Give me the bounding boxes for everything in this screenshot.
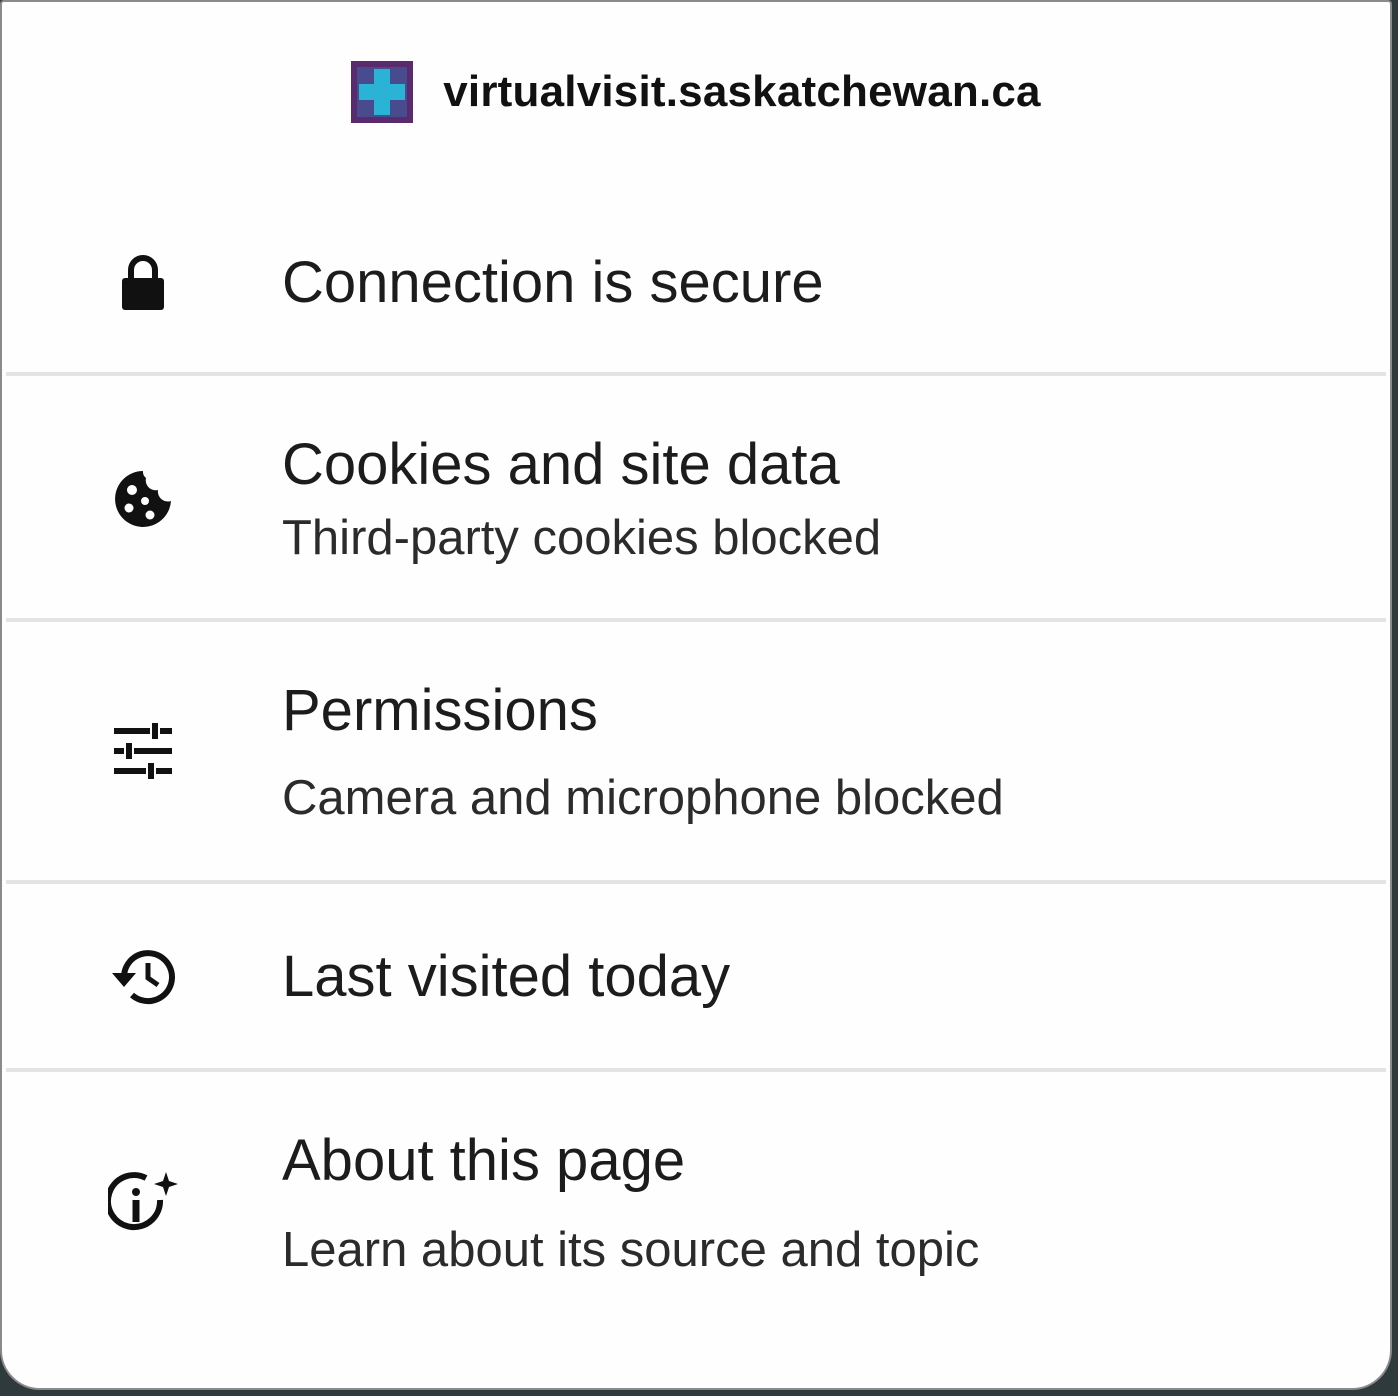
permissions-title: Permissions: [282, 678, 598, 743]
divider: [6, 618, 1386, 622]
history-icon: [98, 932, 188, 1022]
last-visited-row[interactable]: Last visited today: [2, 886, 1390, 1070]
site-header: virtualvisit.saskatchewan.ca: [2, 60, 1390, 124]
site-domain: virtualvisit.saskatchewan.ca: [443, 67, 1041, 116]
cookies-row[interactable]: Cookies and site data Third-party cookie…: [2, 378, 1390, 620]
site-favicon-icon: [351, 61, 414, 123]
lock-icon: [98, 238, 188, 328]
tune-sliders-icon: [98, 706, 188, 796]
divider: [6, 1068, 1386, 1072]
last-visited-title: Last visited today: [282, 944, 731, 1009]
permissions-row[interactable]: Permissions Camera and microphone blocke…: [2, 624, 1390, 878]
permissions-subtitle: Camera and microphone blocked: [282, 771, 1004, 825]
cookies-subtitle: Third-party cookies blocked: [282, 511, 882, 565]
divider: [6, 372, 1386, 376]
divider: [6, 880, 1386, 884]
connection-security-row[interactable]: Connection is secure: [2, 202, 1390, 370]
cookies-title: Cookies and site data: [282, 432, 840, 497]
info-sparkle-icon: [98, 1158, 188, 1248]
about-page-subtitle: Learn about its source and topic: [282, 1223, 980, 1277]
site-info-sheet: virtualvisit.saskatchewan.ca Connection …: [0, 0, 1392, 1390]
about-page-title: About this page: [282, 1128, 686, 1193]
cookie-icon: [98, 454, 188, 544]
about-page-row[interactable]: About this page Learn about its source a…: [2, 1074, 1390, 1314]
connection-title: Connection is secure: [282, 250, 824, 315]
